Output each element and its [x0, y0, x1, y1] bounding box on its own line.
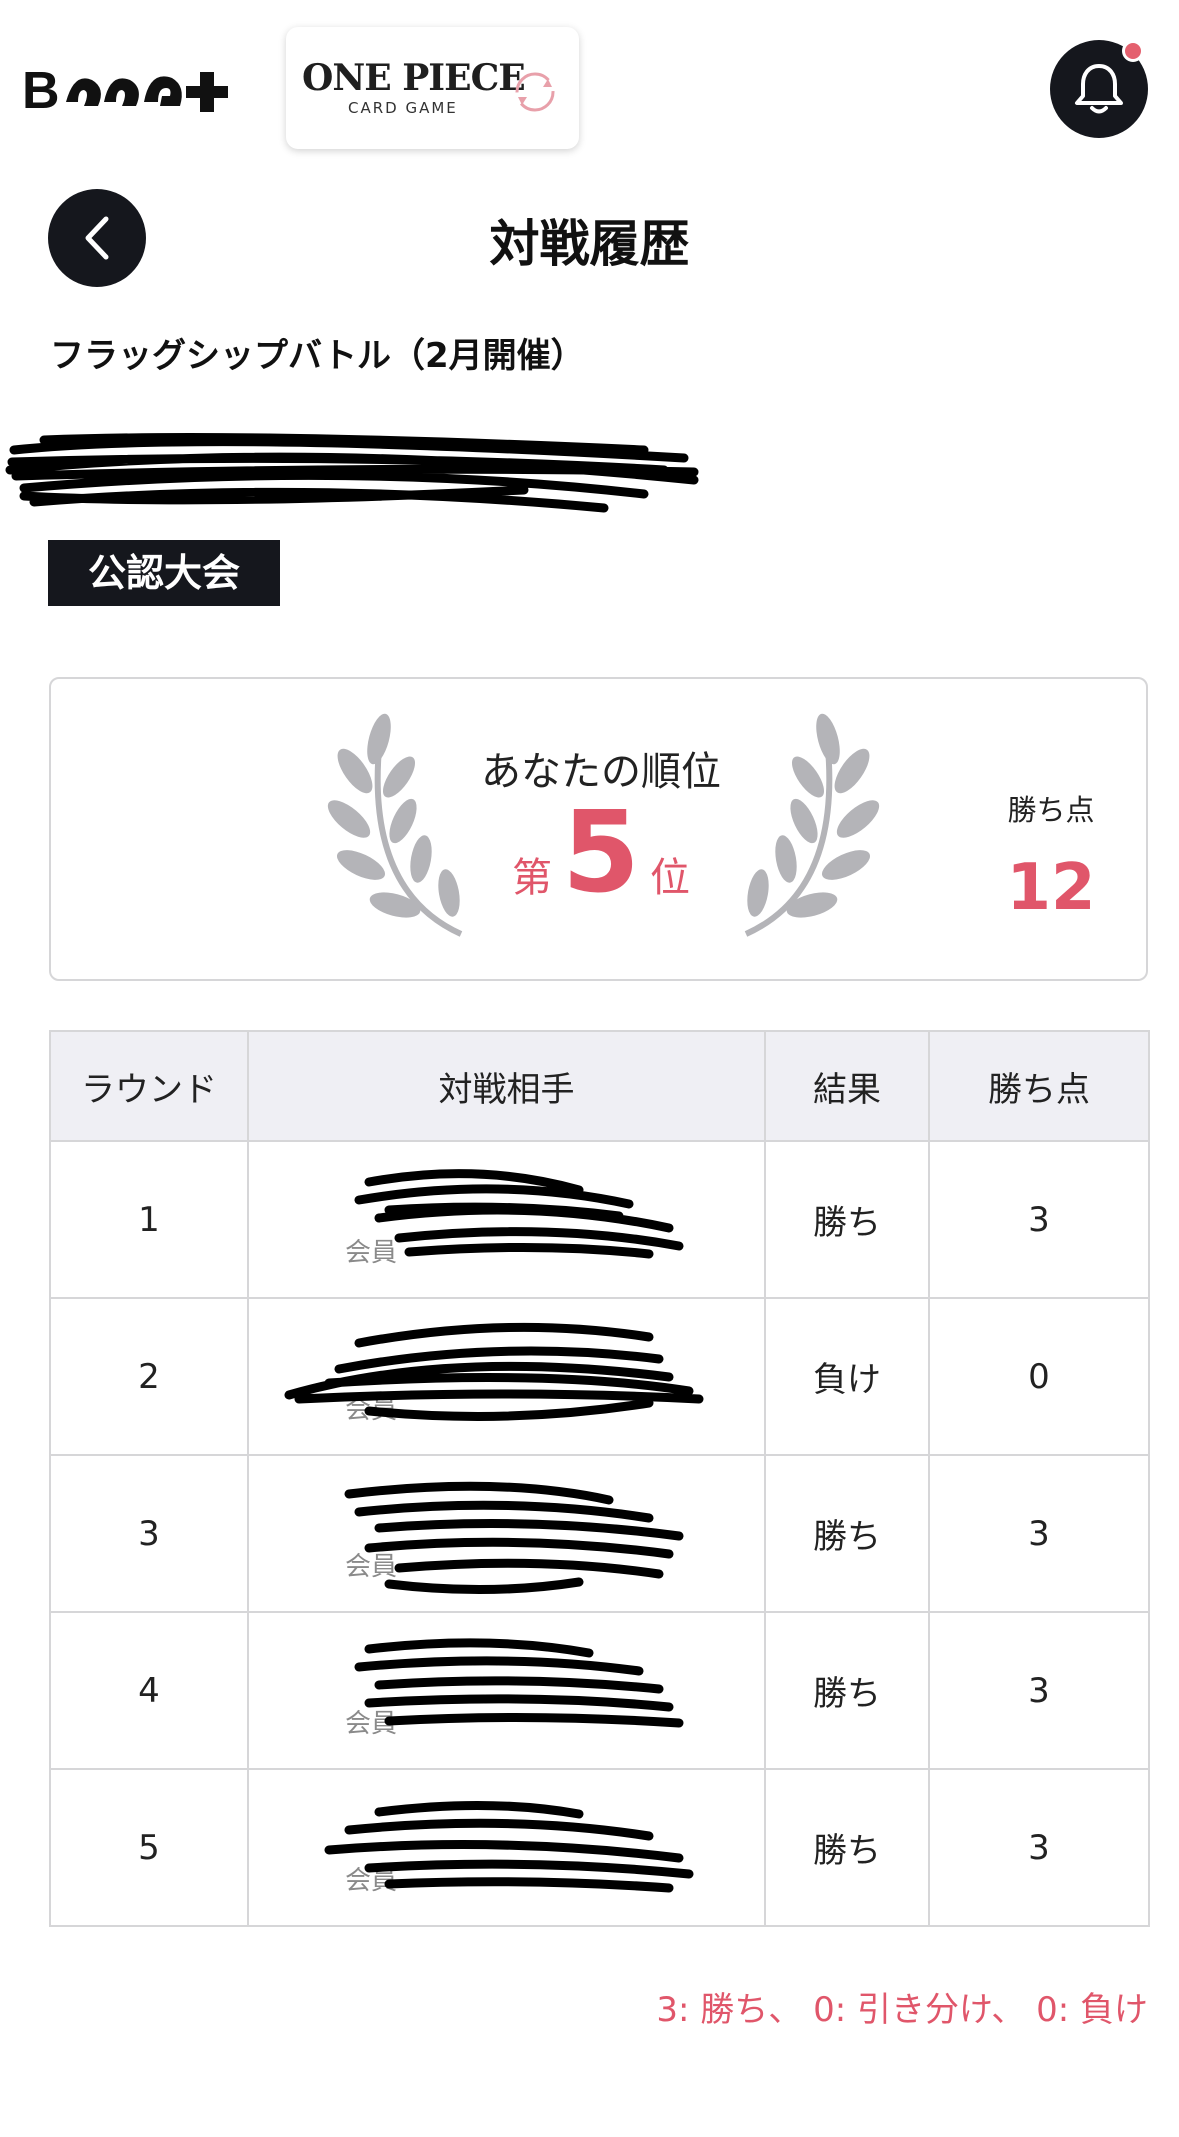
table-header-row: ラウンド 対戦相手 結果 勝ち点 — [49, 1030, 1150, 1142]
rank-value: 5 — [562, 788, 640, 918]
opponent-cell: 会員 — [247, 1768, 766, 1927]
points-cell: 3 — [928, 1454, 1150, 1613]
table-row: 2 会員 負け 0 — [49, 1297, 1150, 1456]
header-result: 結果 — [764, 1030, 930, 1142]
ranking-card: あなたの順位 第5 位 勝ち点 12 — [49, 677, 1148, 981]
points-value: 12 — [1006, 851, 1096, 925]
round-cell: 5 — [49, 1768, 249, 1927]
table-row: 1 会員 勝ち 3 — [49, 1140, 1150, 1299]
official-tournament-badge: 公認大会 — [48, 540, 280, 606]
result-cell: 勝ち — [764, 1454, 930, 1613]
points-legend: 3: 勝ち、 0: 引き分け、 0: 負け — [656, 1990, 1148, 2030]
opponent-cell: 会員 — [247, 1454, 766, 1613]
result-cell: 勝ち — [764, 1768, 930, 1927]
game-subtitle: CARD GAME — [348, 99, 458, 117]
rank-prefix: 第 — [512, 855, 553, 901]
bcg-plus-logo[interactable]: B — [22, 62, 240, 118]
round-cell: 3 — [49, 1454, 249, 1613]
header-points: 勝ち点 — [928, 1030, 1150, 1142]
round-cell: 1 — [49, 1140, 249, 1299]
bell-icon — [1075, 64, 1123, 114]
points-cell: 3 — [928, 1140, 1150, 1299]
points-cell: 3 — [928, 1611, 1150, 1770]
redacted-opponent — [324, 1800, 694, 1893]
round-cell: 4 — [49, 1611, 249, 1770]
opponent-cell: 会員 — [247, 1140, 766, 1299]
points-cell: 0 — [928, 1297, 1150, 1456]
rank-display: 第5 位 — [471, 797, 731, 909]
redacted-opponent — [354, 1169, 684, 1259]
opponent-cell: 会員 — [247, 1611, 766, 1770]
redacted-opponent — [284, 1322, 704, 1421]
notification-badge — [1122, 40, 1144, 62]
redacted-opponent — [344, 1481, 684, 1595]
round-cell: 2 — [49, 1297, 249, 1456]
match-history-table: ラウンド 対戦相手 結果 勝ち点 1 会員 勝ち 3 2 会員 負け 0 3 会… — [49, 1030, 1150, 1927]
opponent-cell: 会員 — [247, 1297, 766, 1456]
points-cell: 3 — [928, 1768, 1150, 1927]
table-row: 5 会員 勝ち 3 — [49, 1768, 1150, 1927]
event-name: フラッグシップバトル（2月開催） — [50, 336, 585, 376]
laurel-left-icon — [327, 713, 463, 937]
result-cell: 勝ち — [764, 1140, 930, 1299]
result-cell: 勝ち — [764, 1611, 930, 1770]
result-cell: 負け — [764, 1297, 930, 1456]
game-title: ONE PIECE — [302, 57, 526, 99]
redacted-store-name — [5, 433, 699, 513]
table-row: 4 会員 勝ち 3 — [49, 1611, 1150, 1770]
game-switcher-button[interactable]: ONE PIECE CARD GAME — [286, 27, 579, 149]
page-title: 対戦履歴 — [489, 215, 690, 273]
app-header: B ONE PIECE CARD GAME — [0, 0, 1179, 170]
svg-text:B: B — [22, 62, 58, 118]
laurel-right-icon — [744, 713, 880, 937]
rank-suffix: 位 — [649, 855, 690, 901]
redacted-opponent — [354, 1638, 684, 1728]
header-opponent: 対戦相手 — [247, 1030, 766, 1142]
header-round: ラウンド — [49, 1030, 249, 1142]
swap-icon — [515, 72, 555, 112]
points-label: 勝ち点 — [1007, 793, 1095, 827]
table-row: 3 会員 勝ち 3 — [49, 1454, 1150, 1613]
